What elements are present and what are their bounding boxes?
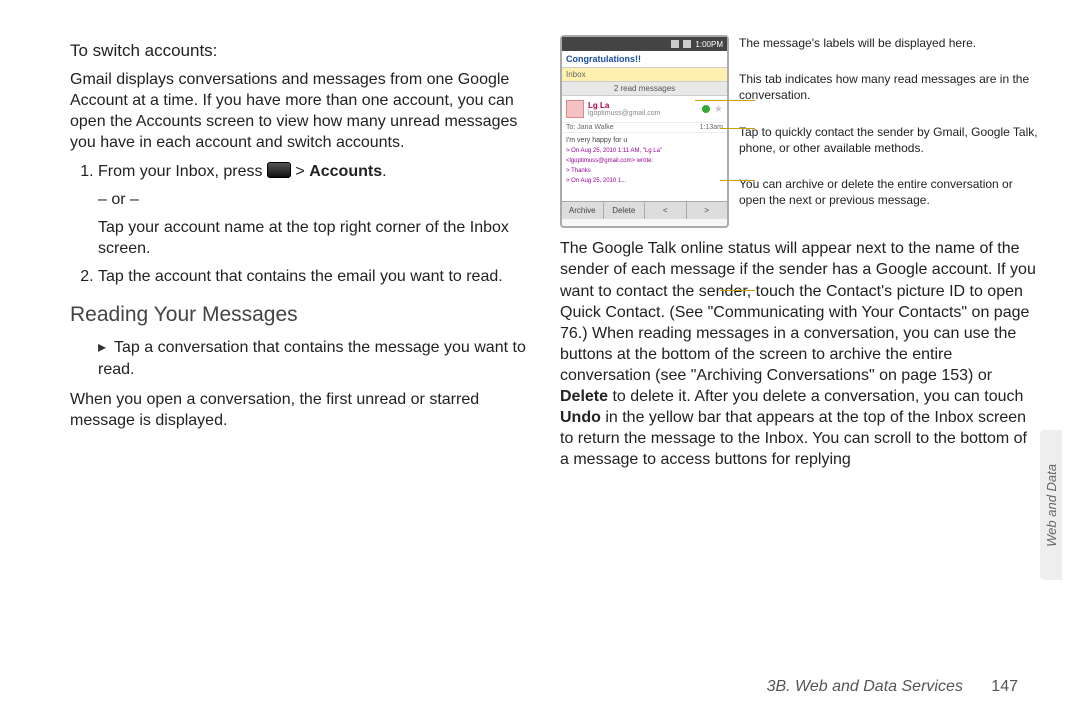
reading-para: When you open a conversation, the first … bbox=[70, 389, 540, 431]
step1-alt: Tap your account name at the top right c… bbox=[98, 217, 540, 260]
status-bar: 1:00PM bbox=[562, 37, 727, 51]
step1-text-a: From your Inbox, press bbox=[98, 163, 267, 180]
left-column: To switch accounts: Gmail displays conve… bbox=[70, 35, 540, 479]
archive-button[interactable]: Archive bbox=[562, 202, 604, 219]
callouts: The message's labels will be displayed h… bbox=[739, 35, 1040, 228]
leader-line bbox=[720, 128, 755, 129]
sender-email: lgoptimuss@gmail.com bbox=[588, 110, 698, 117]
next-button[interactable]: > bbox=[687, 202, 728, 219]
quote-line-4: > On Aug 25, 2010 1... bbox=[566, 178, 723, 184]
leader-line bbox=[720, 180, 755, 181]
quote-line-3: > Thanks bbox=[566, 168, 723, 174]
page-number: 147 bbox=[991, 678, 1018, 695]
side-tab: Web and Data bbox=[1040, 430, 1062, 580]
footer-section: 3B. Web and Data Services bbox=[767, 678, 963, 695]
rp-c: to delete it. After you delete a convers… bbox=[612, 388, 1023, 405]
rp-a: The Google Talk online status will appea… bbox=[560, 240, 1036, 384]
accounts-label: Accounts bbox=[309, 163, 382, 180]
figure-block: 1:00PM Congratulations!! Inbox 2 read me… bbox=[560, 35, 1040, 228]
avatar bbox=[566, 100, 584, 118]
reading-messages-heading: Reading Your Messages bbox=[70, 303, 540, 327]
status-time: 1:00PM bbox=[695, 40, 723, 49]
right-column: 1:00PM Congratulations!! Inbox 2 read me… bbox=[560, 35, 1040, 479]
page-footer: 3B. Web and Data Services 147 bbox=[767, 678, 1018, 696]
message-body: I'm very happy for u > On Aug 25, 2010 1… bbox=[562, 133, 727, 201]
menu-key-icon bbox=[267, 162, 291, 178]
quote-line-2: <lgoptimuss@gmail.com> wrote: bbox=[566, 158, 723, 164]
phone-screenshot: 1:00PM Congratulations!! Inbox 2 read me… bbox=[560, 35, 729, 228]
message-subject: Congratulations!! bbox=[562, 51, 727, 68]
rp-b: Delete bbox=[560, 388, 608, 405]
read-messages-tab: 2 read messages bbox=[562, 81, 727, 96]
sender-name: Lg La bbox=[588, 101, 698, 110]
button-bar: Archive Delete < > bbox=[562, 201, 727, 219]
rp-d: Undo bbox=[560, 409, 601, 426]
step1-text-b: > bbox=[295, 163, 309, 180]
status-dot-icon bbox=[702, 105, 710, 113]
step-2: Tap the account that contains the email … bbox=[98, 266, 540, 288]
side-tab-label: Web and Data bbox=[1044, 464, 1059, 547]
prev-button[interactable]: < bbox=[645, 202, 687, 219]
rp-e: in the yellow bar that appears at the to… bbox=[560, 409, 1027, 468]
switch-steps-list: From your Inbox, press > Accounts. – or … bbox=[70, 161, 540, 287]
callout-labels: The message's labels will be displayed h… bbox=[739, 35, 1040, 51]
step-1: From your Inbox, press > Accounts. – or … bbox=[98, 161, 540, 259]
step1-or: – or – bbox=[98, 189, 540, 211]
body-text: I'm very happy for u bbox=[566, 137, 723, 144]
star-icon: ★ bbox=[714, 104, 723, 115]
to-row: To: Jana Walke 1:13am bbox=[562, 123, 727, 133]
callout-readtab: This tab indicates how many read message… bbox=[739, 71, 1040, 103]
callout-buttons: You can archive or delete the entire con… bbox=[739, 176, 1040, 208]
callout-sender: Tap to quickly contact the sender by Gma… bbox=[739, 124, 1040, 156]
quote-line-1: > On Aug 25, 2010 1:11 AM, "Lg La" bbox=[566, 148, 723, 154]
battery-icon bbox=[683, 40, 691, 48]
leader-line bbox=[720, 290, 755, 291]
to-line: To: Jana Walke bbox=[566, 124, 614, 131]
delete-button[interactable]: Delete bbox=[604, 202, 646, 219]
label-bar: Inbox bbox=[562, 68, 727, 81]
switch-accounts-intro: Gmail displays conversations and message… bbox=[70, 69, 540, 153]
signal-icon bbox=[671, 40, 679, 48]
switch-accounts-heading: To switch accounts: bbox=[70, 41, 540, 61]
reading-bullet-list: Tap a conversation that contains the mes… bbox=[70, 337, 540, 380]
reading-bullet: Tap a conversation that contains the mes… bbox=[98, 337, 540, 380]
right-paragraph: The Google Talk online status will appea… bbox=[560, 238, 1040, 470]
leader-line bbox=[695, 100, 755, 101]
